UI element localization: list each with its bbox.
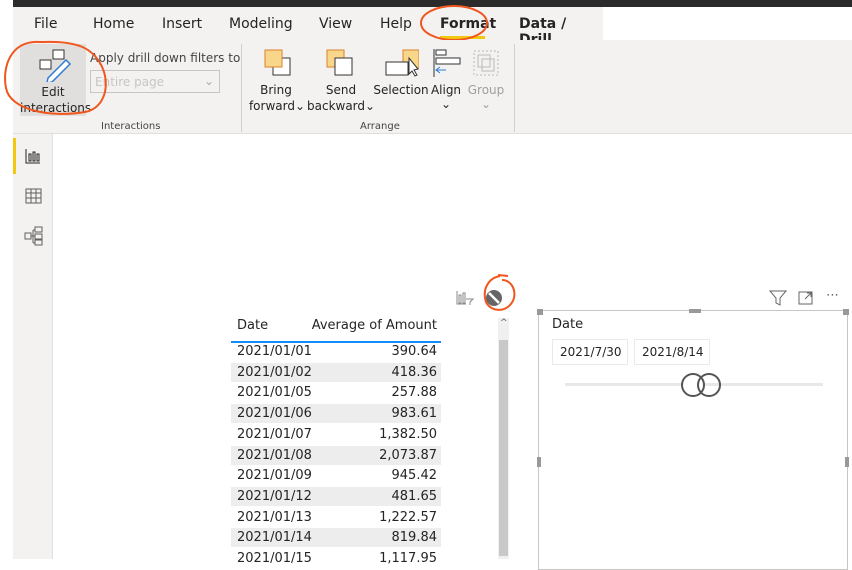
- selection-label: Selection: [373, 83, 429, 97]
- slider-end-handle[interactable]: [697, 373, 721, 397]
- divider: [241, 44, 242, 132]
- annotation-circle-format: [420, 5, 488, 41]
- cell-date: 2021/01/13: [237, 509, 312, 525]
- send-label-2: backward⌄: [307, 99, 376, 113]
- table-row[interactable]: 2021/01/12 481.65: [231, 486, 441, 507]
- cell-average-amount: 1,222.57: [379, 509, 437, 525]
- annotation-circle-none: [483, 274, 516, 311]
- align-button[interactable]: Align ⌄: [429, 46, 463, 116]
- resize-handle[interactable]: [845, 457, 849, 467]
- tab-help[interactable]: Help: [380, 16, 412, 32]
- data-view-icon[interactable]: [25, 188, 42, 204]
- group-arrange-label: Arrange: [360, 121, 400, 132]
- date-slicer: Date 2021/7/30 2021/8/14: [537, 309, 849, 570]
- table-scrollbar[interactable]: ^: [498, 318, 509, 559]
- table-row[interactable]: 2021/01/01 390.64: [231, 342, 441, 362]
- cell-date: 2021/01/08: [237, 447, 312, 463]
- report-view-icon[interactable]: [25, 148, 41, 164]
- table-row[interactable]: 2021/01/14 819.84: [231, 528, 441, 549]
- table-row[interactable]: 2021/01/15 1,117.95: [231, 549, 441, 569]
- resize-handle[interactable]: [537, 309, 543, 315]
- cell-date: 2021/01/01: [237, 344, 312, 359]
- column-header-date[interactable]: Date: [237, 318, 268, 333]
- cell-average-amount: 390.64: [391, 344, 438, 359]
- table-row[interactable]: 2021/01/06 983.61: [231, 404, 441, 425]
- annotation-circle-edit: [4, 40, 107, 115]
- cell-date: 2021/01/05: [237, 385, 312, 401]
- cell-average-amount: 945.42: [391, 468, 438, 484]
- cell-average-amount: 418.36: [391, 364, 438, 380]
- cell-date: 2021/01/07: [237, 426, 312, 442]
- bring-forward-button[interactable]: Bring forward⌄: [249, 46, 305, 116]
- bring-forward-icon: [264, 49, 291, 76]
- cell-average-amount: 1,382.50: [379, 426, 437, 442]
- view-switcher: [13, 134, 53, 559]
- cell-average-amount: 819.84: [391, 530, 438, 546]
- active-view-indicator: [13, 138, 16, 174]
- cell-date: 2021/01/14: [237, 530, 312, 546]
- start-date-input[interactable]: 2021/7/30: [552, 339, 628, 365]
- resize-handle[interactable]: [537, 457, 541, 467]
- model-view-icon[interactable]: [24, 226, 43, 246]
- focus-mode-icon[interactable]: [798, 290, 814, 306]
- tab-file[interactable]: File: [34, 16, 57, 32]
- align-icon: [433, 49, 461, 77]
- cell-date: 2021/01/09: [237, 468, 312, 484]
- cell-average-amount: 983.61: [391, 406, 438, 422]
- end-date-input[interactable]: 2021/8/14: [634, 339, 710, 365]
- filter-icon[interactable]: [769, 290, 787, 306]
- divider: [514, 44, 515, 132]
- group-icon: [473, 50, 499, 76]
- table-row[interactable]: 2021/01/09 945.42: [231, 466, 441, 487]
- table-row[interactable]: 2021/01/05 257.88: [231, 383, 441, 404]
- group-button[interactable]: Group ⌄: [467, 46, 505, 116]
- ribbon: Edit interactions Apply drill down filte…: [13, 40, 852, 134]
- selection-button[interactable]: Selection: [373, 46, 429, 116]
- chevron-down-icon: ⌄: [440, 97, 452, 111]
- drill-filter-icon[interactable]: [456, 290, 474, 306]
- cell-date: 2021/01/12: [237, 488, 312, 504]
- bring-label-2-text: forward: [248, 99, 295, 113]
- resize-handle[interactable]: [843, 309, 849, 315]
- scrollbar-thumb[interactable]: [499, 340, 508, 556]
- tab-home[interactable]: Home: [93, 16, 134, 32]
- column-header-average-amount[interactable]: Average of Amount: [312, 318, 437, 333]
- tab-view[interactable]: View: [319, 16, 352, 32]
- more-options-icon[interactable]: ⋯: [826, 288, 839, 303]
- cell-date: 2021/01/06: [237, 406, 312, 422]
- cell-average-amount: 257.88: [391, 385, 438, 401]
- table-row[interactable]: 2021/01/08 2,073.87: [231, 445, 441, 466]
- table-row[interactable]: 2021/01/07 1,382.50: [231, 425, 441, 445]
- send-backward-button[interactable]: Send backward⌄: [307, 46, 375, 116]
- cell-average-amount: 2,073.87: [379, 447, 437, 463]
- send-label-2-text: backward: [307, 99, 366, 113]
- slicer-title: Date: [552, 317, 584, 332]
- send-backward-icon: [326, 49, 353, 76]
- bring-label-1: Bring: [260, 83, 292, 97]
- ribbon-tabs: File Home Insert Modeling View Help Form…: [13, 7, 603, 48]
- resize-handle[interactable]: [689, 309, 701, 313]
- tab-modeling[interactable]: Modeling: [229, 16, 293, 32]
- selection-pane-icon: [385, 49, 419, 77]
- tab-insert[interactable]: Insert: [162, 16, 202, 32]
- chevron-down-icon: ⌄: [480, 97, 492, 111]
- scroll-up-icon[interactable]: ^: [500, 318, 508, 328]
- chevron-down-icon: ⌄: [203, 74, 214, 88]
- group-interactions-label: Interactions: [101, 121, 161, 132]
- table-row[interactable]: 2021/01/13 1,222.57: [231, 508, 441, 528]
- send-label-1: Send: [325, 83, 357, 97]
- cell-date: 2021/01/02: [237, 364, 312, 380]
- table-row[interactable]: 2021/01/02 418.36: [231, 362, 441, 383]
- cell-average-amount: 481.65: [391, 488, 438, 504]
- table-header: Date Average of Amount: [231, 313, 441, 343]
- bring-label-2: forward⌄: [248, 99, 306, 113]
